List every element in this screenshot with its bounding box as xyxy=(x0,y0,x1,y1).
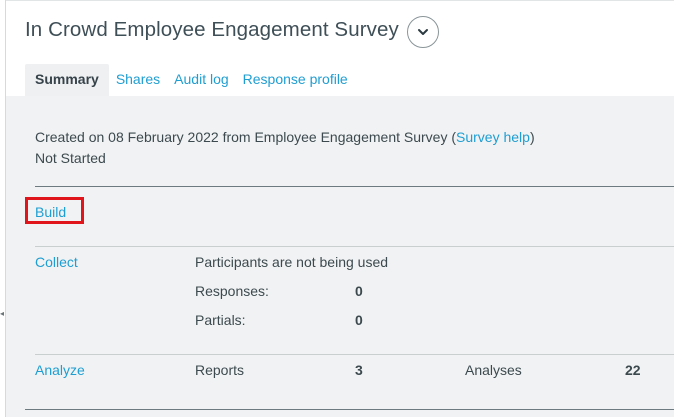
top-border xyxy=(5,0,674,1)
chevron-down-icon xyxy=(418,29,428,35)
divider xyxy=(35,186,674,187)
survey-help-link[interactable]: Survey help xyxy=(456,129,530,145)
participants-text: Participants are not being used xyxy=(195,254,389,270)
page-title: In Crowd Employee Engagement Survey xyxy=(25,18,399,41)
divider xyxy=(35,246,674,247)
caret-left-icon[interactable]: ◂ xyxy=(0,310,4,318)
tab-summary[interactable]: Summary xyxy=(25,64,109,96)
divider xyxy=(25,409,674,410)
partials-count: 0 xyxy=(355,312,363,328)
created-text: Created on 08 February 2022 from Employe… xyxy=(35,129,457,145)
partials-label: Partials: xyxy=(195,312,246,328)
tab-shares[interactable]: Shares xyxy=(109,64,167,96)
reports-count: 3 xyxy=(355,362,363,378)
created-suffix: ) xyxy=(529,129,535,145)
survey-meta: Created on 08 February 2022 from Employe… xyxy=(35,127,535,169)
created-line: Created on 08 February 2022 from Employe… xyxy=(35,127,535,148)
status-text: Not Started xyxy=(35,150,106,166)
responses-label: Responses: xyxy=(195,283,269,299)
responses-count: 0 xyxy=(355,283,363,299)
divider xyxy=(35,354,674,355)
analyses-count: 22 xyxy=(625,362,641,378)
tab-audit-log[interactable]: Audit log xyxy=(167,64,235,96)
tab-response-profile[interactable]: Response profile xyxy=(236,64,355,96)
page-header: In Crowd Employee Engagement Survey xyxy=(25,16,399,50)
build-link[interactable]: Build xyxy=(35,204,66,220)
analyses-label: Analyses xyxy=(465,362,522,378)
tab-bar: Summary Shares Audit log Response profil… xyxy=(25,64,355,96)
analyze-link[interactable]: Analyze xyxy=(35,362,85,378)
reports-label: Reports xyxy=(195,362,245,378)
collect-link[interactable]: Collect xyxy=(35,254,78,270)
survey-actions-button[interactable] xyxy=(407,16,439,48)
